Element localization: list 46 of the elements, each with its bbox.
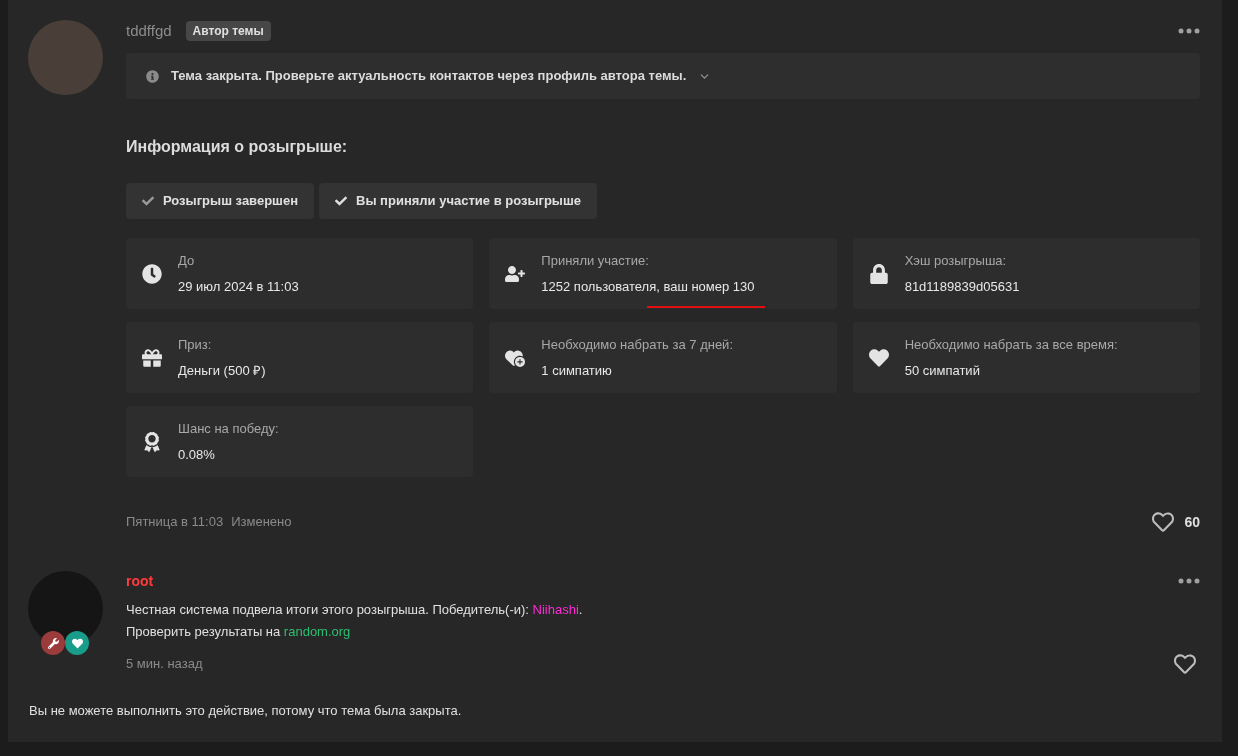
like-count: 60 [1184, 512, 1200, 532]
info-label: До [178, 252, 196, 270]
info-label: Хэш розыгрыша: [904, 252, 1008, 270]
reply-date[interactable]: 5 мин. назад [126, 654, 203, 674]
section-heading: Информация о розыгрыше: [126, 137, 349, 157]
username[interactable]: root [126, 570, 154, 592]
gift-icon [142, 347, 162, 368]
status-chip: Вы приняли участие в розыгрыше [319, 183, 598, 219]
award-icon [142, 431, 162, 452]
info-value: Деньги (500 ₽) [178, 361, 266, 380]
info-label: Шанс на победу: [178, 420, 279, 438]
info-label: Необходимо набрать за 7 дней: [541, 336, 733, 354]
wrench-badge [41, 631, 65, 655]
like-icon[interactable] [1174, 653, 1196, 675]
info-value: 50 симпатий [904, 361, 981, 380]
info-value: 1252 пользователя, ваш номер 130 [541, 277, 755, 296]
check-icon [335, 195, 347, 207]
like-icon[interactable] [1152, 511, 1175, 533]
verify-sentence: Проверить результаты на random.org [126, 623, 352, 641]
info-value: 29 июл 2024 в 11:03 [178, 277, 299, 296]
info-value: 0.08% [178, 445, 216, 464]
lock-icon [868, 263, 889, 284]
edited-label[interactable]: Изменено [231, 512, 292, 532]
check-icon [142, 195, 154, 207]
info-value: 1 симпатию [541, 361, 613, 380]
clock-icon [142, 263, 162, 284]
heart-badge [65, 631, 89, 655]
post-date[interactable]: Пятница в 11:03 [126, 512, 224, 532]
info-icon [146, 69, 159, 83]
info-label: Необходимо набрать за все время: [904, 336, 1118, 354]
more-options-icon[interactable] [1178, 28, 1200, 34]
info-label: Приз: [178, 336, 213, 354]
status-chip: Розыгрыш завершен [126, 183, 314, 219]
notice-text: Тема закрыта. Проверьте актуальность контактов через профиль автора темы. [171, 67, 687, 86]
notice-bar[interactable]: Тема закрыта. Проверьте актуальность контактов через профиль автора темы. [126, 53, 1200, 99]
author-badge: Автор темы [185, 21, 271, 41]
user-plus-icon [505, 263, 526, 284]
result-sentence: Честная система подвела итоги этого розыгрыша. Победитель(-и): Niihashi. [126, 601, 584, 619]
info-label: Приняли участие: [541, 252, 650, 270]
username[interactable]: tddffgd [126, 19, 172, 43]
heart-icon [868, 347, 889, 368]
more-options-icon[interactable] [1178, 578, 1200, 584]
winner-link[interactable]: Niihashi [532, 602, 579, 617]
random-org-link[interactable]: random.org [283, 624, 351, 639]
closed-message: Вы не можете выполнить это действие, потому что тема была закрыта. [28, 702, 463, 720]
info-value: 81d1189839d05631 [904, 277, 1020, 296]
